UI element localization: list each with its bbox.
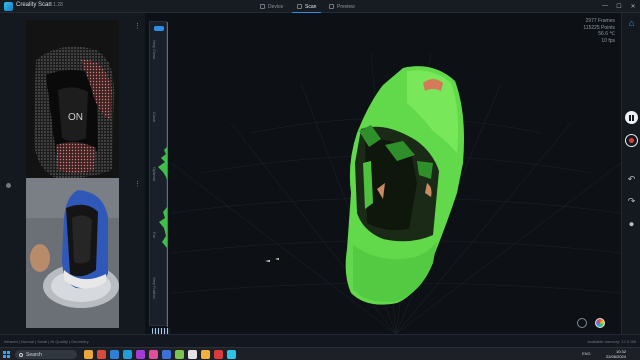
preview-icon (329, 4, 334, 9)
svg-text:ON: ON (68, 112, 83, 123)
tab-scan[interactable]: Scan (291, 0, 322, 13)
status-bar: Infrared | Normal | Small | Hi Quality |… (0, 334, 640, 347)
taskbar-app-edge[interactable] (123, 350, 132, 359)
taskbar-clock[interactable]: 10:32 22/06/2024 (606, 349, 626, 359)
camera-panel: ON ⋮ ⋮ (0, 13, 145, 334)
clock-date: 22/06/2024 (605, 354, 626, 359)
taskbar-app-creality[interactable] (227, 350, 236, 359)
os-taskbar: Search ENG 10:32 22/06/2024 (0, 347, 640, 360)
distance-indicator: Very Close Close Optimal Far Very Furthe… (145, 13, 171, 334)
scan-icon (297, 4, 302, 9)
tab-preview[interactable]: Preview (329, 0, 355, 13)
scan-stats: 2977 Frames 115225 Points 56.6 ℃ 10 fps (583, 18, 615, 44)
app-version: 3.1.28 (49, 2, 63, 8)
taskbar-search[interactable]: Search (15, 350, 77, 359)
language-indicator[interactable]: ENG (582, 351, 591, 356)
taskbar-search-label: Search (26, 351, 42, 358)
infrared-camera-view: ON (26, 20, 119, 182)
maximize-button[interactable]: ☐ (614, 1, 624, 11)
tab-device[interactable]: Device (260, 0, 283, 13)
tab-device-label: Device (268, 3, 284, 10)
right-toolbar: ⌂ ↶ ↷ ⏺ (621, 13, 640, 334)
scan-point-cloud (171, 52, 621, 334)
device-icon (260, 4, 265, 9)
rgb-menu-icon[interactable]: ⋮ (134, 180, 141, 188)
taskbar-app-yellow[interactable] (201, 350, 210, 359)
rgb-shoe-image (26, 178, 119, 328)
taskbar-app-chrome[interactable] (214, 350, 223, 359)
joystick-icon[interactable]: ⏺ (625, 219, 638, 230)
start-icon[interactable] (3, 351, 10, 358)
color-mode-icon[interactable] (595, 318, 605, 328)
tab-scan-label: Scan (305, 3, 317, 10)
close-button[interactable]: ✕ (628, 1, 638, 11)
app-window: Creality Scan 3.1.28 Device Scan Preview… (0, 0, 640, 347)
undo-icon[interactable]: ↶ (625, 174, 638, 185)
search-icon (19, 352, 23, 357)
taskbar-app-white[interactable] (188, 350, 197, 359)
taskbar-app-blue[interactable] (110, 350, 119, 359)
redo-icon[interactable]: ↷ (625, 196, 638, 207)
rgb-camera-view (26, 178, 119, 328)
app-logo-icon (4, 2, 13, 11)
taskbar-app-purple[interactable] (136, 350, 145, 359)
record-button[interactable] (625, 134, 638, 147)
pin-icon[interactable] (6, 183, 11, 188)
locate-icon[interactable] (577, 318, 587, 328)
taskbar-app-files[interactable] (84, 350, 93, 359)
infrared-shoe-image: ON (26, 20, 119, 182)
taskbar-app-red[interactable] (97, 350, 106, 359)
title-bar: Creality Scan 3.1.28 Device Scan Preview… (0, 0, 640, 13)
frames-count: 2977 Frames (585, 18, 615, 24)
distance-histogram (158, 147, 167, 248)
app-title: Creality Scan (16, 2, 52, 8)
taskbar-app-word[interactable] (162, 350, 171, 359)
memory-status: Available memory: 17.0 GB (587, 339, 636, 344)
fps-readout: 10 fps (601, 37, 615, 44)
taskbar-app-green[interactable] (175, 350, 184, 359)
taskbar-app-pink[interactable] (149, 350, 158, 359)
pause-button[interactable] (625, 111, 638, 124)
3d-viewport[interactable]: 2977 Frames 115225 Points 56.6 ℃ 10 fps (171, 13, 621, 334)
camera-menu-icon[interactable]: ⋮ (134, 22, 141, 30)
tab-preview-label: Preview (337, 3, 355, 10)
distance-track: Very Close Close Optimal Far Very Furthe… (149, 21, 170, 334)
scan-mode-status: Infrared | Normal | Small | Hi Quality |… (4, 339, 89, 344)
minimize-button[interactable]: — (600, 1, 610, 11)
home-icon[interactable]: ⌂ (626, 18, 637, 28)
